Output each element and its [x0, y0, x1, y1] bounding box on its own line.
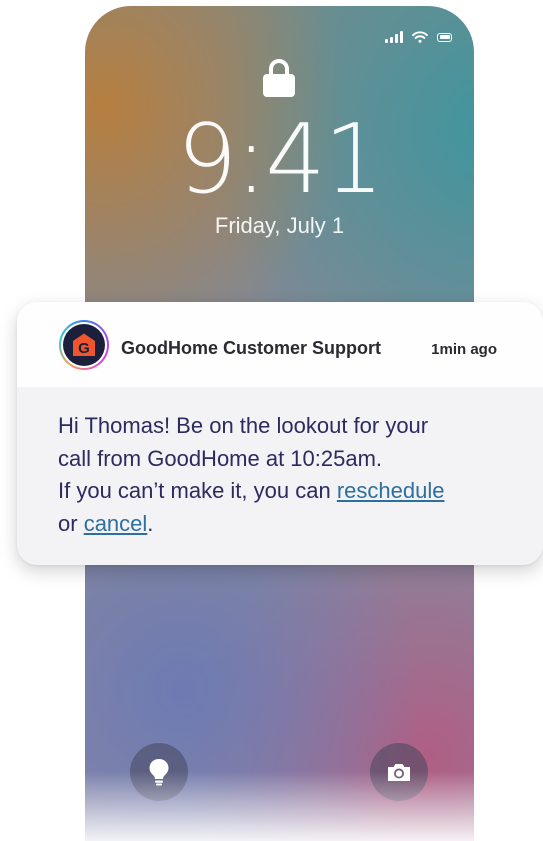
camera-button[interactable]: [370, 743, 428, 801]
flashlight-icon: [149, 759, 169, 786]
signal-icon: [385, 31, 403, 43]
notification-card[interactable]: G GoodHome Customer Support 1min ago Hi …: [17, 302, 543, 565]
notification-header: G GoodHome Customer Support 1min ago: [17, 302, 543, 387]
wifi-icon: [412, 31, 428, 43]
lock-screen-date: Friday, July 1: [214, 213, 345, 238]
message-line-1: Hi Thomas! Be on the lookout for your: [58, 413, 429, 438]
flashlight-button[interactable]: [130, 743, 188, 801]
notification-time: 1min ago: [431, 341, 497, 358]
message-period: .: [147, 510, 154, 536]
goodhome-logo-icon: G: [73, 333, 95, 357]
reschedule-link[interactable]: reschedule: [337, 478, 445, 503]
message-line-2: call from GoodHome at 10:25am.: [58, 445, 383, 471]
battery-icon: [437, 32, 452, 42]
cancel-link[interactable]: cancel: [84, 511, 148, 536]
notification-message: Hi Thomas! Be on the lookout for your ca…: [58, 410, 508, 540]
logo-letter: G: [78, 340, 90, 357]
status-bar: [385, 31, 452, 43]
lock-screen-time: 9:41: [176, 105, 384, 215]
notification-sender: GoodHome Customer Support: [121, 338, 381, 358]
lock-icon: [263, 59, 295, 97]
camera-icon: [388, 763, 410, 781]
message-line-3: If you can’t make it, you can: [58, 478, 337, 503]
goodhome-app-icon: G: [59, 320, 109, 370]
message-line-4: or: [58, 510, 84, 536]
